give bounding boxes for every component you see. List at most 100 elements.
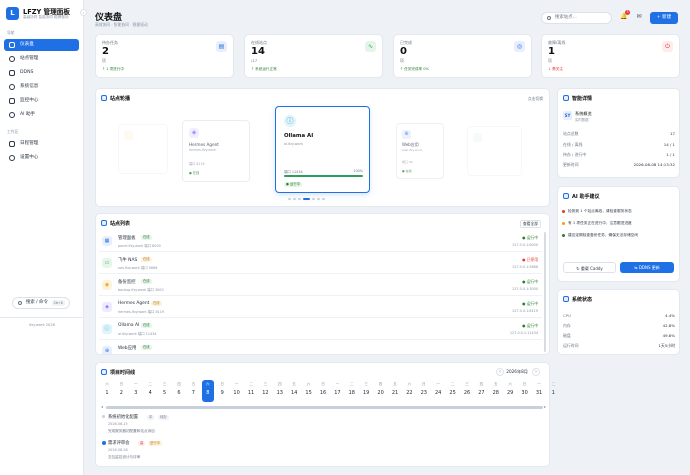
timeline-day[interactable]: 四 20 bbox=[375, 382, 387, 396]
carousel-card-web[interactable]: ⊕ Web应用 web.lfzy.work 端口 80 ● 在线 bbox=[396, 123, 444, 179]
carousel-site-name: Ollama AI bbox=[284, 133, 314, 139]
table-row[interactable]: ◈ Hermes Agent 在线 hermes.lfzy.work 端口 81… bbox=[99, 298, 542, 318]
carousel-card-faded[interactable] bbox=[467, 126, 522, 176]
timeline-day[interactable]: 三 26 bbox=[461, 382, 473, 396]
timeline-day[interactable]: 日 16 bbox=[317, 382, 329, 396]
carousel-dot-active[interactable] bbox=[303, 198, 310, 200]
timeline-day-today[interactable]: 六8 bbox=[201, 380, 214, 402]
stat-card-fault[interactable]: 故障/离线 1 项 ↓ 需关注 ⏻ bbox=[541, 34, 680, 78]
detail-row: 待办 / 进行中 1 / 1 bbox=[563, 152, 675, 157]
collapse-sidebar-button[interactable]: ‹ bbox=[80, 9, 87, 16]
event-note: 完成服务器初配置和站点添加 bbox=[108, 429, 155, 433]
scroll-right-icon[interactable]: ▸ bbox=[544, 404, 546, 409]
stat-value: 14 bbox=[251, 46, 265, 57]
month-label: 2026年8月 bbox=[506, 369, 528, 374]
sidebar-item-dashboard[interactable]: 仪表盘 bbox=[4, 39, 79, 51]
carousel-card-faded[interactable] bbox=[118, 124, 168, 174]
scrollbar[interactable] bbox=[544, 232, 546, 352]
timeline-day[interactable]: 一 10 bbox=[231, 382, 243, 396]
sidebar-item-calendar[interactable]: 日程管理 bbox=[4, 138, 79, 150]
carousel-dot[interactable] bbox=[298, 198, 301, 200]
timeline-day[interactable]: 二4 bbox=[144, 382, 156, 396]
day-number: 5 bbox=[163, 390, 167, 396]
day-number: 4 bbox=[148, 390, 152, 396]
new-button[interactable]: + 新建 bbox=[650, 12, 678, 24]
timeline-day[interactable]: 日9 bbox=[216, 382, 228, 396]
carousel-dot[interactable] bbox=[322, 198, 325, 200]
timeline-day[interactable]: 五 28 bbox=[490, 382, 502, 396]
page-subtitle: 高效协同 · 智能协同 · 稳健驱动 bbox=[95, 22, 148, 27]
next-month-button[interactable]: › bbox=[532, 368, 540, 376]
sidebar-item-ai[interactable]: AI 助手 bbox=[4, 109, 79, 121]
day-number: 8 bbox=[206, 390, 210, 396]
event-title[interactable]: 需求评审会 bbox=[108, 440, 129, 446]
timeline-day[interactable]: 四 13 bbox=[274, 382, 286, 396]
timeline-day[interactable]: 三5 bbox=[159, 382, 171, 396]
sidebar-item-monitor[interactable]: 监控中心 bbox=[4, 95, 79, 107]
timeline-day[interactable]: 四 27 bbox=[475, 382, 487, 396]
timeline-day[interactable]: 二 25 bbox=[447, 382, 459, 396]
stat-card-todo[interactable]: 待办任务 2 项 ↑ 1 项进行中 ▤ bbox=[95, 34, 234, 78]
table-row[interactable]: ▭ 飞牛 NAS 在线 nas.lfzy.work 端口 5666 ● 已停用 … bbox=[99, 254, 542, 274]
weekday-label: 五 bbox=[191, 382, 196, 386]
timeline-day[interactable]: 六 29 bbox=[504, 382, 516, 396]
mail-icon[interactable]: ✉ bbox=[635, 13, 643, 21]
timeline-day[interactable]: 四6 bbox=[173, 382, 185, 396]
timeline-day[interactable]: 二 18 bbox=[346, 382, 358, 396]
stat-card-done[interactable]: 已完成 0 项 ↑ 任务完成率 0% ◎ bbox=[393, 34, 532, 78]
day-number: 30 bbox=[521, 390, 528, 396]
timeline-day[interactable]: 一 17 bbox=[331, 382, 343, 396]
stat-card-online[interactable]: 在线站点 14 /17 ↑ 系统运行正常 ∿ bbox=[244, 34, 383, 78]
sidebar-item-sites[interactable]: 站点管理 bbox=[4, 53, 79, 65]
search-input[interactable]: 搜索站点... bbox=[541, 12, 612, 24]
weekday-label: 日 bbox=[321, 382, 325, 386]
timeline-day[interactable]: 日2 bbox=[115, 382, 127, 396]
timeline-day[interactable]: 六1 bbox=[101, 382, 113, 396]
table-row[interactable]: ⓘ Ollama AI 在线 ai.lfzy.work 端口 11434 ● 运… bbox=[99, 320, 542, 340]
site-ip: 127.0.0.1:8000 bbox=[512, 243, 538, 247]
weekday-label: 日 bbox=[522, 382, 527, 386]
day-number: 12 bbox=[262, 390, 269, 396]
carousel-dot[interactable] bbox=[293, 198, 296, 200]
sidebar-item-system[interactable]: 系统信息 bbox=[4, 81, 79, 93]
timeline-day[interactable]: 日 23 bbox=[418, 382, 430, 396]
timeline-day[interactable]: 日 30 bbox=[519, 382, 531, 396]
timeline-day[interactable]: 一 24 bbox=[432, 382, 444, 396]
timeline-day[interactable]: 六 15 bbox=[303, 382, 315, 396]
timeline-day[interactable]: 二1 bbox=[547, 382, 559, 396]
timeline-day[interactable]: 六 22 bbox=[403, 382, 415, 396]
day-number: 9 bbox=[220, 390, 224, 396]
carousel-dot[interactable] bbox=[312, 198, 315, 200]
event-title[interactable]: 系统初始化配置 bbox=[108, 414, 138, 420]
horizontal-scrollbar[interactable] bbox=[106, 406, 543, 409]
table-row[interactable]: ⊕ Web应用 在线 bbox=[99, 342, 542, 354]
day-number: 25 bbox=[449, 390, 456, 396]
view-all-button[interactable]: 查看全部 bbox=[519, 220, 541, 228]
carousel-dot[interactable] bbox=[288, 198, 291, 200]
carousel-switch-link[interactable]: 点击切换 bbox=[528, 96, 543, 102]
table-row[interactable]: ▦ 管理面板 在线 panel.lfzy.work 端口 8000 ● 运行中 … bbox=[99, 232, 542, 252]
ddns-update-button[interactable]: ⇆ DDNS 更新 bbox=[620, 262, 674, 273]
timeline-day[interactable]: 三 19 bbox=[360, 382, 372, 396]
storage-icon: ▭ bbox=[102, 258, 112, 268]
timeline-day[interactable]: 一 31 bbox=[533, 382, 545, 396]
ai-suggestion: 建议定期检查备份任务，确保无法存储空间 bbox=[562, 233, 638, 238]
carousel-dot[interactable] bbox=[317, 198, 320, 200]
carousel-card-ollama[interactable]: ⓘ Ollama AI ai.lfzy.work 端口 11434 100% ●… bbox=[275, 106, 370, 193]
sidebar-item-ddns[interactable]: DDNS bbox=[4, 67, 79, 79]
reload-caddy-button[interactable]: ↻ 重载 Caddy bbox=[563, 262, 616, 273]
timeline-day[interactable]: 五 14 bbox=[288, 382, 300, 396]
prev-month-button[interactable]: ‹ bbox=[496, 368, 504, 376]
command-search-button[interactable]: 搜索 / 命令 Ctrl K bbox=[12, 297, 70, 309]
sidebar-item-settings[interactable]: 设置中心 bbox=[4, 152, 79, 164]
scroll-left-icon[interactable]: ◂ bbox=[101, 404, 103, 409]
detail-title: 智能详情 bbox=[572, 96, 593, 102]
status-badge: 在线 bbox=[141, 235, 152, 240]
timeline-day[interactable]: 一3 bbox=[130, 382, 142, 396]
table-row[interactable]: ◉ 备份监控 在线 backup.lfzy.work 端口 3000 ● 运行中… bbox=[99, 276, 542, 296]
carousel-card-hermes[interactable]: ◈ Hermes Agent hermes.lfzy.work 端口 8119 … bbox=[182, 120, 250, 182]
timeline-day[interactable]: 二 11 bbox=[245, 382, 257, 396]
timeline-day[interactable]: 五7 bbox=[187, 382, 199, 396]
timeline-day[interactable]: 五 21 bbox=[389, 382, 401, 396]
timeline-day[interactable]: 三 12 bbox=[259, 382, 271, 396]
